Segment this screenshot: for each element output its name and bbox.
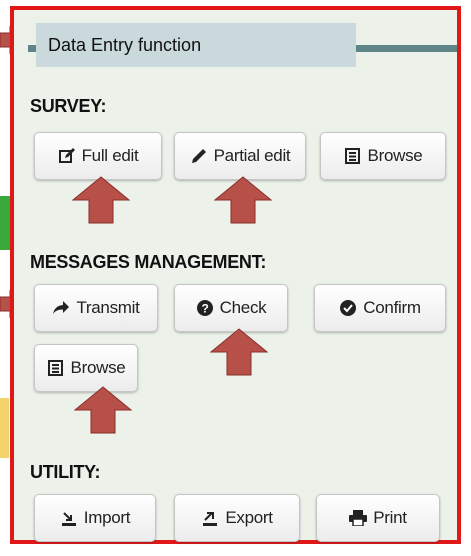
- svg-text:?: ?: [201, 302, 208, 316]
- survey-section-label: SURVEY:: [30, 96, 107, 116]
- utility-section-label: UTILITY:: [30, 462, 101, 482]
- confirm-button[interactable]: Confirm: [314, 284, 446, 332]
- transmit-label: Transmit: [76, 298, 140, 317]
- messages-browse-button[interactable]: Browse: [34, 344, 138, 392]
- messages-browse-label: Browse: [70, 358, 126, 377]
- up-annotation-arrow-icon: [74, 386, 132, 434]
- export-label: Export: [225, 508, 273, 527]
- up-annotation-arrow-icon: [210, 328, 268, 376]
- share-arrow-icon: [52, 299, 70, 317]
- up-annotation-arrow-icon: [72, 176, 130, 224]
- edit-square-icon: [58, 147, 76, 165]
- pencil-icon: [190, 147, 208, 165]
- transmit-button[interactable]: Transmit: [34, 284, 158, 332]
- data-entry-panel: Data Entry function SURVEY: Full edit Pa…: [10, 6, 461, 544]
- check-button[interactable]: ? Check: [174, 284, 288, 332]
- question-circle-icon: ?: [196, 299, 214, 317]
- green-edge-fragment: [0, 196, 10, 250]
- partial-edit-button[interactable]: Partial edit: [174, 132, 306, 180]
- confirm-label: Confirm: [363, 298, 421, 317]
- export-icon: [201, 509, 219, 527]
- export-button[interactable]: Export: [174, 494, 300, 542]
- up-annotation-arrow-icon: [214, 176, 272, 224]
- import-label: Import: [83, 508, 131, 527]
- print-label: Print: [373, 508, 407, 527]
- import-icon: [60, 509, 78, 527]
- list-icon: [344, 147, 362, 165]
- survey-browse-button[interactable]: Browse: [320, 132, 446, 180]
- print-button[interactable]: Print: [316, 494, 440, 542]
- check-label: Check: [219, 298, 267, 317]
- full-edit-button[interactable]: Full edit: [34, 132, 162, 180]
- full-edit-label: Full edit: [81, 146, 139, 165]
- check-circle-icon: [339, 299, 357, 317]
- print-icon: [349, 509, 368, 527]
- import-button[interactable]: Import: [34, 494, 156, 542]
- panel-title: Data Entry function: [36, 23, 356, 67]
- messages-section-label: MESSAGES MANAGEMENT:: [30, 252, 267, 272]
- survey-browse-label: Browse: [367, 146, 423, 165]
- partial-edit-label: Partial edit: [213, 146, 291, 165]
- yellow-edge-fragment: [0, 398, 9, 458]
- list-icon: [47, 359, 65, 377]
